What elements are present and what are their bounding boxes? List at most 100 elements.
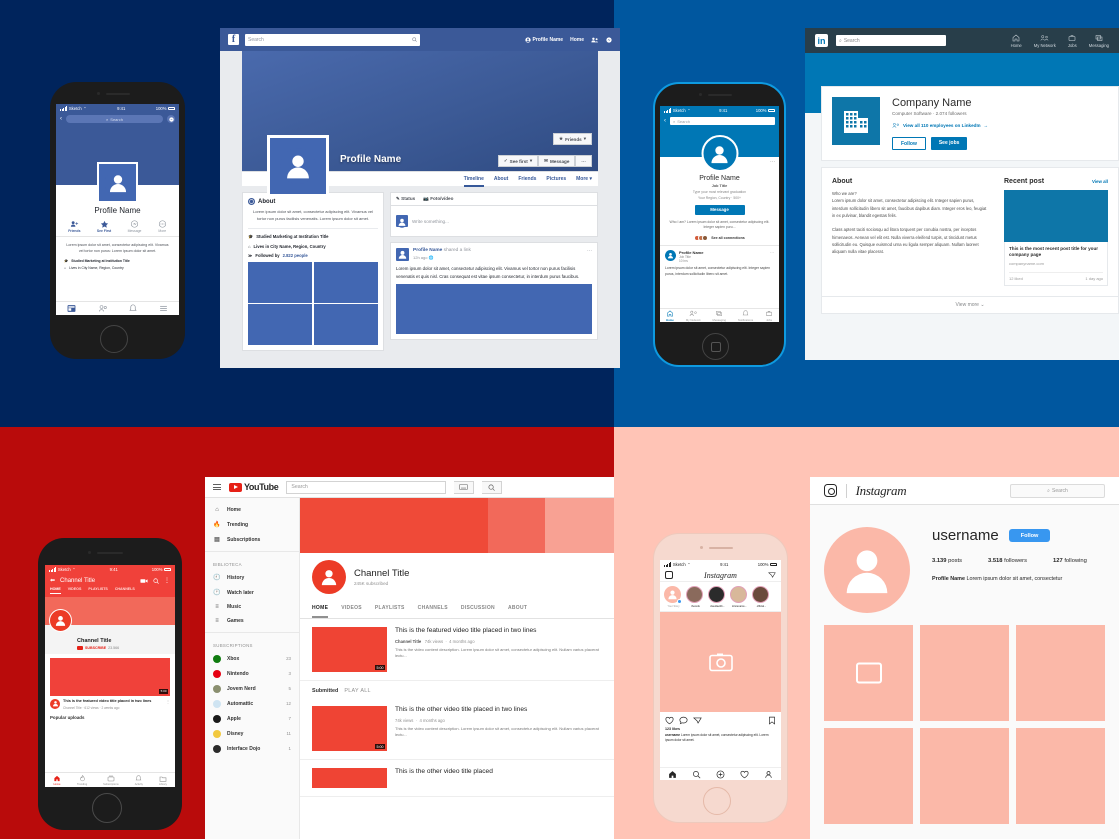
home-button[interactable] bbox=[100, 325, 128, 353]
linkedin-phone-post-menu[interactable]: ··· bbox=[770, 250, 774, 255]
facebook-post-menu[interactable]: ··· bbox=[587, 248, 592, 261]
youtube-tab-discussion[interactable]: DISCUSSION bbox=[461, 601, 495, 618]
facebook-photo-tile[interactable] bbox=[248, 261, 313, 303]
instagram-camera-icon[interactable] bbox=[824, 484, 837, 497]
facebook-logo-icon[interactable]: f bbox=[228, 34, 239, 45]
messenger-icon[interactable] bbox=[606, 36, 612, 43]
youtube-sidebar-history[interactable]: 🕘 History bbox=[205, 570, 299, 585]
instagram-post-tile[interactable] bbox=[920, 728, 1009, 824]
youtube-phone-tab-channels[interactable]: CHANNELS bbox=[115, 587, 135, 594]
youtube-channel-avatar[interactable] bbox=[312, 560, 346, 594]
like-icon[interactable] bbox=[665, 716, 674, 725]
facebook-nav-home[interactable]: Home bbox=[570, 37, 584, 43]
activity-icon[interactable] bbox=[740, 770, 749, 779]
linkedin-view-more-button[interactable]: View more ⌄ bbox=[821, 296, 1119, 314]
menu-icon[interactable] bbox=[159, 304, 168, 313]
youtube-sidebar-trending[interactable]: 🔥 Trending bbox=[205, 517, 299, 532]
linkedin-nav-jobs[interactable]: Jobs bbox=[1068, 34, 1077, 48]
linkedin-logo-icon[interactable]: in bbox=[815, 34, 828, 47]
back-icon[interactable]: ‹ bbox=[60, 116, 62, 122]
friend-requests-icon[interactable] bbox=[591, 37, 599, 43]
youtube-video-thumbnail[interactable] bbox=[312, 768, 387, 788]
facebook-phone-friends-action[interactable]: Friends bbox=[68, 220, 80, 233]
linkedin-phone-connections[interactable]: See all connections bbox=[660, 235, 779, 247]
instagram-camera-icon[interactable] bbox=[665, 571, 673, 579]
facebook-phone-more-action[interactable]: More bbox=[158, 220, 167, 233]
youtube-tab-channels[interactable]: CHANNELS bbox=[418, 601, 448, 618]
youtube-keyboard-button[interactable] bbox=[454, 480, 475, 494]
youtube-tab-playlists[interactable]: PLAYLISTS bbox=[375, 601, 405, 618]
news-feed-icon[interactable] bbox=[67, 304, 76, 313]
linkedin-phone-search-input[interactable]: ⌕ Search bbox=[670, 117, 775, 125]
linkedin-phone-tab-network[interactable]: My Network bbox=[686, 310, 701, 322]
youtube-logo[interactable]: YouTube bbox=[229, 482, 279, 492]
linkedin-see-jobs-button[interactable]: See jobs bbox=[930, 137, 968, 150]
youtube-search-button[interactable] bbox=[482, 480, 503, 494]
facebook-composer-input-row[interactable]: Write something... bbox=[396, 211, 592, 231]
facebook-photo-tile[interactable] bbox=[313, 304, 378, 346]
linkedin-phone-more-menu[interactable]: ··· bbox=[770, 159, 775, 165]
direct-message-icon[interactable] bbox=[768, 571, 776, 579]
facebook-see-first-button[interactable]: ✓ See first ▾ bbox=[497, 155, 539, 167]
youtube-play-all-button[interactable]: PLAY ALL bbox=[344, 688, 370, 694]
youtube-featured-video[interactable]: 5:00 This is the featured video title pl… bbox=[300, 619, 614, 681]
instagram-profile-picture[interactable] bbox=[824, 527, 910, 613]
instagram-story-item[interactable]: official... bbox=[752, 586, 771, 608]
youtube-subscription-item[interactable]: Interface Dojo 1 bbox=[205, 741, 299, 756]
home-button[interactable] bbox=[92, 793, 122, 823]
facebook-composer-photo-tab[interactable]: 📷 Foto/vídeo bbox=[423, 196, 453, 202]
linkedin-phone-message-button[interactable]: Message bbox=[694, 204, 745, 215]
youtube-video-title[interactable]: This is the featured video title placed … bbox=[395, 627, 602, 636]
instagram-phone-caption-user[interactable]: username bbox=[665, 733, 680, 737]
share-icon[interactable] bbox=[693, 716, 702, 725]
comment-icon[interactable] bbox=[679, 716, 688, 725]
facebook-post-author[interactable]: Profile Name bbox=[413, 248, 442, 253]
facebook-photo-tile[interactable] bbox=[248, 304, 313, 346]
youtube-sidebar-games[interactable]: ≡ Games bbox=[205, 614, 299, 628]
instagram-post-tile[interactable] bbox=[920, 625, 1009, 721]
instagram-wordmark[interactable]: Instagram bbox=[856, 483, 907, 499]
home-icon[interactable] bbox=[668, 770, 677, 779]
youtube-subscription-item[interactable]: Disney 11 bbox=[205, 726, 299, 741]
linkedin-nav-home[interactable]: Home bbox=[1011, 34, 1022, 48]
youtube-tab-about[interactable]: ABOUT bbox=[508, 601, 527, 618]
youtube-phone-video-title[interactable]: This is the featured video title placed … bbox=[63, 699, 163, 704]
youtube-phone-tab-home[interactable]: HOME bbox=[50, 587, 61, 594]
facebook-friends-button[interactable]: ★ Friends ▾ bbox=[552, 133, 592, 145]
youtube-tab-home[interactable]: HOME bbox=[312, 601, 329, 618]
instagram-search-input[interactable]: ⌕ Search bbox=[1010, 483, 1105, 498]
youtube-phone-tabbar-subscriptions[interactable]: Subscriptions bbox=[103, 775, 119, 786]
back-icon[interactable]: ‹ bbox=[664, 118, 666, 124]
linkedin-employees-link[interactable]: View all 110 employees on LinkedIn → bbox=[892, 122, 988, 129]
youtube-video-thumbnail[interactable]: 5:00 bbox=[312, 706, 387, 751]
facebook-photo-tile[interactable] bbox=[313, 261, 378, 303]
overflow-menu-icon[interactable]: ⋮ bbox=[164, 577, 170, 584]
facebook-message-button[interactable]: ✉ Message bbox=[538, 155, 576, 167]
linkedin-phone-tab-jobs[interactable]: Jobs bbox=[765, 310, 773, 322]
inst​agram-post-tile[interactable] bbox=[824, 728, 913, 824]
linkedin-search-input[interactable]: ⌕ Search bbox=[836, 35, 946, 46]
facebook-phone-message-action[interactable]: Message bbox=[128, 220, 141, 233]
youtube-subscription-item[interactable]: Jovem Nerd 5 bbox=[205, 681, 299, 696]
facebook-tab-friends[interactable]: Friends bbox=[518, 176, 536, 182]
bookmark-icon[interactable] bbox=[768, 716, 776, 725]
facebook-composer-status-tab[interactable]: ✎ Status bbox=[396, 196, 415, 202]
instagram-story-your-story[interactable]: Your Story bbox=[664, 586, 683, 608]
youtube-video-title[interactable]: This is the other video title placed bbox=[395, 768, 493, 777]
youtube-sidebar-home[interactable]: ⌂ Home bbox=[205, 503, 299, 517]
linkedin-post-title[interactable]: This is the most recent post title for y… bbox=[1009, 246, 1103, 259]
facebook-tab-more[interactable]: More ▾ bbox=[576, 176, 592, 182]
cast-icon[interactable] bbox=[140, 578, 148, 584]
youtube-sidebar-subscriptions[interactable]: ▤ Subscriptions bbox=[205, 532, 299, 547]
facebook-more-button[interactable]: ··· bbox=[575, 155, 592, 167]
youtube-subscription-item[interactable]: Xbox 23 bbox=[205, 651, 299, 666]
friends-icon[interactable] bbox=[98, 304, 108, 313]
linkedin-company-logo[interactable] bbox=[832, 97, 880, 145]
youtube-phone-tabbar-library[interactable]: Library bbox=[159, 775, 167, 786]
youtube-phone-subscribe-button[interactable]: SUBSCRIBE bbox=[85, 646, 106, 650]
youtube-phone-tab-videos[interactable]: VIDEOS bbox=[68, 587, 82, 594]
youtube-video-row[interactable]: 5:00 This is the other video title place… bbox=[300, 698, 614, 760]
youtube-search-input[interactable]: Search bbox=[286, 480, 447, 494]
search-icon[interactable] bbox=[692, 770, 701, 779]
youtube-phone-tab-playlists[interactable]: PLAYLISTS bbox=[88, 587, 107, 594]
